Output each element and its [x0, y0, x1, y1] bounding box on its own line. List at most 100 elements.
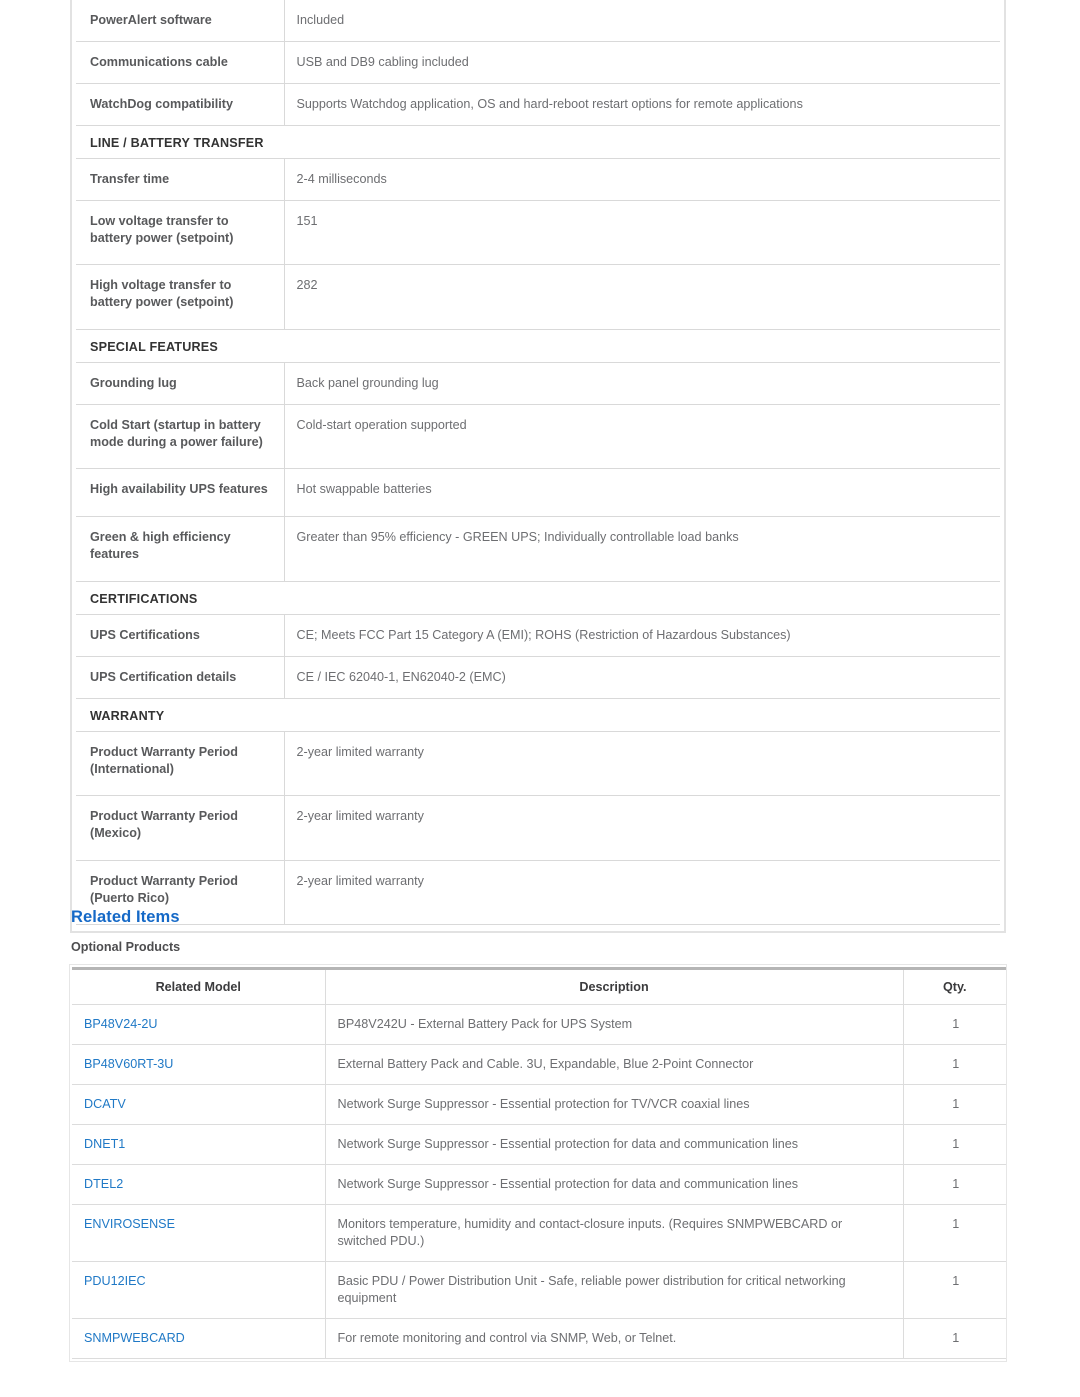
related-model-cell: BP48V60RT-3U [72, 1044, 326, 1085]
spec-value: Supports Watchdog application, OS and ha… [284, 83, 1000, 126]
spec-label: Green & high efficiency features [76, 516, 285, 582]
spec-label: WatchDog compatibility [76, 83, 285, 126]
spec-label: UPS Certification details [76, 656, 285, 699]
spec-section-title: LINE / BATTERY TRANSFER [76, 125, 1000, 159]
spec-section-header-row: WARRANTY [76, 698, 1000, 732]
related-model-link[interactable]: DNET1 [84, 1137, 125, 1151]
related-model-cell: PDU12IEC [72, 1261, 326, 1319]
related-items-table-container: Related Model Description Qty. BP48V24-2… [69, 964, 1007, 1362]
optional-products-subheading: Optional Products [71, 940, 181, 954]
related-model-link[interactable]: ENVIROSENSE [84, 1217, 175, 1231]
spec-value: Included [284, 0, 1000, 42]
related-model-cell: DCATV [72, 1084, 326, 1125]
spec-label: UPS Certifications [76, 614, 285, 657]
table-row: BP48V60RT-3U External Battery Pack and Ca… [72, 1044, 1006, 1085]
spec-label: Communications cable [76, 41, 285, 84]
spec-row: WatchDog compatibility Supports Watchdog … [76, 83, 1000, 126]
spec-value: 2-year limited warranty [284, 731, 1000, 797]
related-model-link[interactable]: BP48V60RT-3U [84, 1057, 173, 1071]
related-model-link[interactable]: PDU12IEC [84, 1274, 146, 1288]
related-model-cell: SNMPWEBCARD [72, 1318, 326, 1359]
spec-row: UPS Certifications CE; Meets FCC Part 15 … [76, 614, 1000, 657]
spec-row: PowerAlert software Included [76, 0, 1000, 42]
spec-row: Grounding lug Back panel grounding lug [76, 362, 1000, 405]
spec-value: 282 [284, 264, 1000, 330]
related-model-link[interactable]: BP48V24-2U [84, 1017, 158, 1031]
spec-row: Cold Start (startup in battery mode duri… [76, 404, 1000, 470]
related-model-link[interactable]: SNMPWEBCARD [84, 1331, 185, 1345]
spec-section-title: SPECIAL FEATURES [76, 329, 1000, 363]
spec-row: High voltage transfer to battery power (… [76, 264, 1000, 330]
spec-row: Product Warranty Period (Puerto Rico) 2-y… [76, 860, 1000, 926]
spec-section-header-row: CERTIFICATIONS [76, 581, 1000, 615]
spec-row: Low voltage transfer to battery power (s… [76, 200, 1000, 266]
spec-row: Product Warranty Period (International) 2… [76, 731, 1000, 797]
column-header-qty: Qty. [903, 967, 1006, 1005]
spec-value: CE / IEC 62040-1, EN62040-2 (EMC) [284, 656, 1000, 699]
spec-section-title: CERTIFICATIONS [76, 581, 1000, 615]
related-description-cell: External Battery Pack and Cable. 3U, Exp… [325, 1044, 904, 1085]
related-qty-cell: 1 [903, 1084, 1006, 1125]
spec-section-title: WARRANTY [76, 698, 1000, 732]
spec-value: Greater than 95% efficiency - GREEN UPS;… [284, 516, 1000, 582]
spec-value: Hot swappable batteries [284, 468, 1000, 518]
table-row: DNET1 Network Surge Suppressor - Essentia… [72, 1124, 1006, 1165]
spec-row: Transfer time 2-4 milliseconds [76, 158, 1000, 201]
table-row: ENVIROSENSE Monitors temperature, humidit… [72, 1204, 1006, 1262]
related-items-table: Related Model Description Qty. BP48V24-2… [72, 967, 1006, 1359]
table-header-row: Related Model Description Qty. [72, 967, 1006, 1005]
related-qty-cell: 1 [903, 1318, 1006, 1359]
related-qty-cell: 1 [903, 1164, 1006, 1205]
spec-value: 2-year limited warranty [284, 860, 1000, 926]
spec-value: 151 [284, 200, 1000, 266]
spec-label: Transfer time [76, 158, 285, 201]
specifications-table-container: PowerAlert software Included Communication… [70, 0, 1006, 934]
product-spec-page: PowerAlert software Included Communication… [0, 0, 1080, 1397]
spec-value: CE; Meets FCC Part 15 Category A (EMI); … [284, 614, 1000, 657]
column-header-related-model: Related Model [72, 967, 326, 1005]
spec-label: Product Warranty Period (Mexico) [76, 795, 285, 861]
spec-section-header-row: SPECIAL FEATURES [76, 329, 1000, 363]
related-model-cell: ENVIROSENSE [72, 1204, 326, 1262]
related-description-cell: Monitors temperature, humidity and conta… [325, 1204, 904, 1262]
spec-row: Communications cable USB and DB9 cabling … [76, 41, 1000, 84]
table-row: DTEL2 Network Surge Suppressor - Essentia… [72, 1164, 1006, 1205]
spec-label: High availability UPS features [76, 468, 285, 518]
related-description-cell: BP48V242U - External Battery Pack for UP… [325, 1004, 904, 1045]
related-description-cell: Basic PDU / Power Distribution Unit - Sa… [325, 1261, 904, 1319]
related-model-cell: DNET1 [72, 1124, 326, 1165]
related-qty-cell: 1 [903, 1124, 1006, 1165]
spec-section-header-row: LINE / BATTERY TRANSFER [76, 125, 1000, 159]
related-items-heading: Related Items [71, 908, 180, 926]
spec-row: Green & high efficiency features Greater … [76, 516, 1000, 582]
spec-row: UPS Certification details CE / IEC 62040-… [76, 656, 1000, 699]
spec-value: USB and DB9 cabling included [284, 41, 1000, 84]
spec-label: Grounding lug [76, 362, 285, 405]
related-qty-cell: 1 [903, 1044, 1006, 1085]
table-row: PDU12IEC Basic PDU / Power Distribution U… [72, 1261, 1006, 1319]
related-description-cell: Network Surge Suppressor - Essential pro… [325, 1164, 904, 1205]
related-description-cell: Network Surge Suppressor - Essential pro… [325, 1124, 904, 1165]
spec-label: Low voltage transfer to battery power (s… [76, 200, 285, 266]
table-row: DCATV Network Surge Suppressor - Essentia… [72, 1084, 1006, 1125]
spec-row: High availability UPS features Hot swappa… [76, 468, 1000, 518]
related-description-cell: For remote monitoring and control via SN… [325, 1318, 904, 1359]
related-qty-cell: 1 [903, 1261, 1006, 1319]
column-header-description: Description [325, 967, 904, 1005]
table-row: BP48V24-2U BP48V242U - External Battery P… [72, 1004, 1006, 1045]
related-model-link[interactable]: DCATV [84, 1097, 126, 1111]
specifications-table: PowerAlert software Included Communication… [76, 0, 1000, 926]
related-model-cell: BP48V24-2U [72, 1004, 326, 1045]
spec-label: PowerAlert software [76, 0, 285, 42]
related-qty-cell: 1 [903, 1004, 1006, 1045]
spec-value: Cold-start operation supported [284, 404, 1000, 470]
spec-value: Back panel grounding lug [284, 362, 1000, 405]
related-description-cell: Network Surge Suppressor - Essential pro… [325, 1084, 904, 1125]
spec-label: High voltage transfer to battery power (… [76, 264, 285, 330]
table-row: SNMPWEBCARD For remote monitoring and con… [72, 1318, 1006, 1359]
related-model-link[interactable]: DTEL2 [84, 1177, 123, 1191]
spec-value: 2-4 milliseconds [284, 158, 1000, 201]
spec-label: Product Warranty Period (International) [76, 731, 285, 797]
spec-row: Product Warranty Period (Mexico) 2-year l… [76, 795, 1000, 861]
spec-label: Cold Start (startup in battery mode duri… [76, 404, 285, 470]
